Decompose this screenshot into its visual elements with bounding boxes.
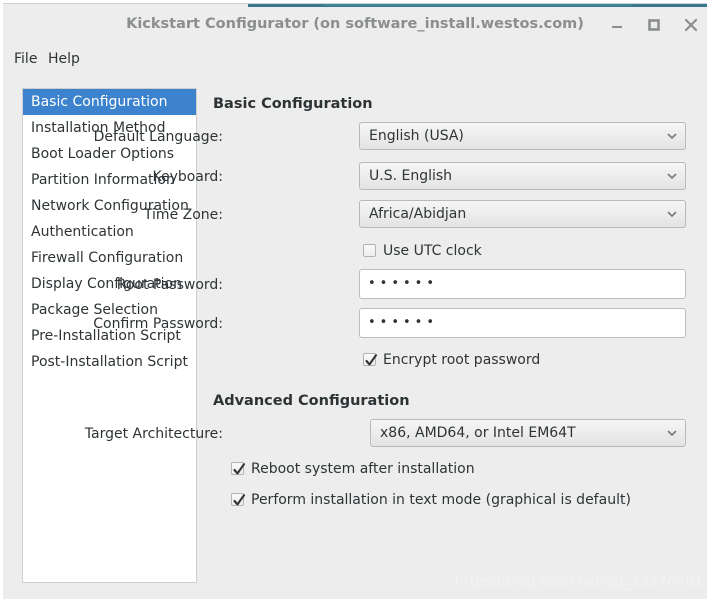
default-language-value: English (USA) — [369, 123, 464, 149]
checkbox-checked-icon — [363, 353, 376, 366]
main-content-panel: Basic Configuration Default Language: En… — [213, 88, 703, 588]
title-bar[interactable]: Kickstart Configurator (on software_inst… — [3, 7, 707, 41]
checkbox-checked-icon — [231, 462, 244, 475]
confirm-password-label: Confirm Password: — [17, 316, 223, 332]
chevron-down-icon — [666, 427, 678, 439]
menu-item-file[interactable]: File — [7, 45, 44, 73]
checkmark-icon — [232, 492, 247, 509]
watermark-text: https://blog.csdn.net/qq_39376481 — [455, 574, 703, 590]
root-password-value: •••••• — [368, 270, 438, 298]
chevron-down-icon — [666, 170, 678, 182]
time-zone-value: Africa/Abidjan — [369, 201, 466, 227]
keyboard-select[interactable]: U.S. English — [359, 162, 686, 190]
close-icon — [679, 13, 703, 37]
maximize-icon — [642, 13, 666, 37]
window-accent-strip-inner — [323, 4, 633, 6]
time-zone-select[interactable]: Africa/Abidjan — [359, 200, 686, 228]
checkbox-unchecked-icon — [363, 244, 376, 257]
target-architecture-value: x86, AMD64, or Intel EM64T — [380, 420, 576, 446]
default-language-select[interactable]: English (USA) — [359, 122, 686, 150]
target-architecture-select[interactable]: x86, AMD64, or Intel EM64T — [370, 419, 686, 447]
root-password-label: Root Password: — [17, 277, 223, 293]
sidebar-item-firewall-configuration[interactable]: Firewall Configuration — [23, 245, 196, 271]
root-password-input[interactable]: •••••• — [359, 269, 686, 299]
minimize-button[interactable] — [605, 13, 629, 37]
target-architecture-label: Target Architecture: — [17, 426, 223, 442]
application-window: Kickstart Configurator (on software_inst… — [3, 3, 707, 599]
time-zone-label: Time Zone: — [17, 207, 223, 223]
chevron-down-icon — [666, 208, 678, 220]
advanced-configuration-heading: Advanced Configuration — [213, 393, 410, 409]
chevron-down-icon — [666, 130, 678, 142]
default-language-label: Default Language: — [17, 129, 223, 145]
encrypt-root-password-label: Encrypt root password — [383, 350, 540, 370]
use-utc-clock-label: Use UTC clock — [383, 241, 482, 261]
keyboard-label: Keyboard: — [17, 169, 223, 185]
menu-item-help[interactable]: Help — [41, 45, 87, 73]
close-button[interactable] — [679, 13, 703, 37]
checkmark-icon — [232, 461, 247, 478]
confirm-password-value: •••••• — [368, 309, 438, 337]
basic-configuration-heading: Basic Configuration — [213, 96, 373, 112]
text-mode-installation-label: Perform installation in text mode (graph… — [251, 490, 631, 510]
keyboard-value: U.S. English — [369, 163, 452, 189]
menu-bar: File Help — [3, 45, 707, 73]
window-title: Kickstart Configurator (on software_inst… — [3, 7, 707, 41]
navigation-sidebar: Basic Configuration Installation Method … — [22, 88, 197, 583]
sidebar-item-basic-configuration[interactable]: Basic Configuration — [23, 89, 196, 115]
sidebar-item-post-installation-script[interactable]: Post-Installation Script — [23, 349, 196, 375]
checkbox-checked-icon — [231, 493, 244, 506]
maximize-button[interactable] — [642, 13, 666, 37]
reboot-after-installation-label: Reboot system after installation — [251, 459, 475, 479]
checkmark-icon — [364, 352, 379, 369]
minimize-icon — [605, 13, 629, 37]
confirm-password-input[interactable]: •••••• — [359, 308, 686, 338]
